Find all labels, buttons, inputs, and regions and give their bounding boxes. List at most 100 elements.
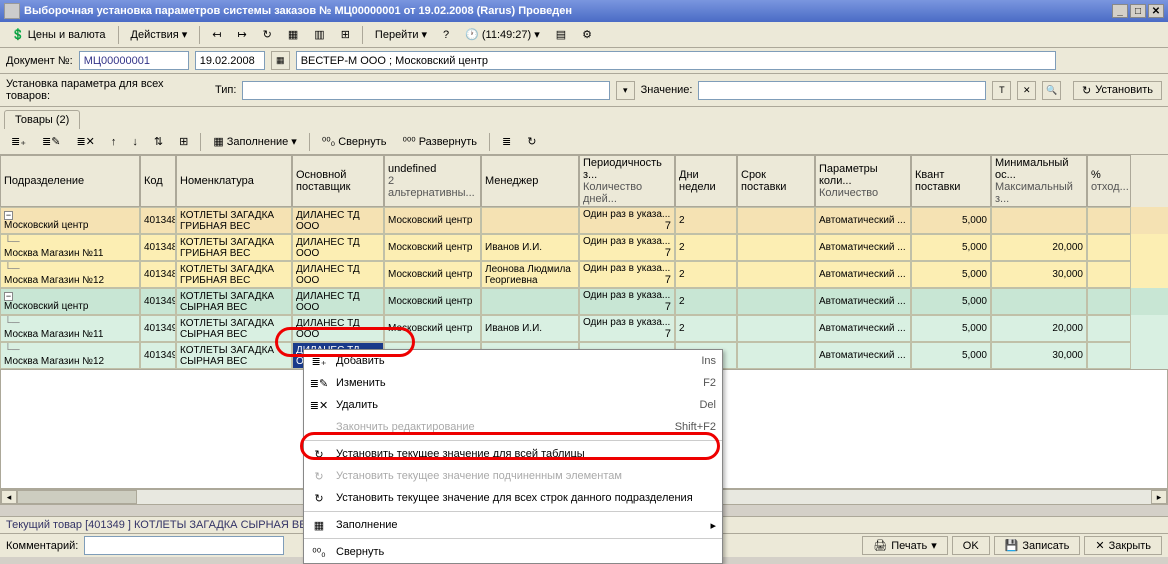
menu-item-add[interactable]: ≣₊ДобавитьIns: [304, 350, 722, 372]
table-cell[interactable]: Один раз в указа...7: [579, 261, 675, 288]
nav-prev-button[interactable]: ↤: [205, 25, 228, 44]
value-input[interactable]: [698, 81, 986, 100]
table-cell[interactable]: Иванов И.И.: [481, 315, 579, 342]
scroll-right-button[interactable]: ▸: [1151, 490, 1167, 504]
table-cell[interactable]: 2: [675, 207, 737, 234]
table-cell[interactable]: 20,000: [991, 234, 1087, 261]
table-cell[interactable]: Автоматический ...: [815, 315, 911, 342]
table-row[interactable]: −Московский центр401348КОТЛЕТЫ ЗАГАДКА Г…: [0, 207, 1168, 234]
grid-extra1-button[interactable]: ≣: [495, 132, 518, 151]
table-cell[interactable]: [737, 342, 815, 369]
table-cell[interactable]: 30,000: [991, 342, 1087, 369]
table-cell[interactable]: 5,000: [911, 342, 991, 369]
type-input[interactable]: [242, 81, 609, 100]
table-cell[interactable]: 2: [675, 315, 737, 342]
table-row[interactable]: └─Москва Магазин №11401348КОТЛЕТЫ ЗАГАДК…: [0, 234, 1168, 261]
table-cell[interactable]: 401348: [140, 207, 176, 234]
col-header-nomen[interactable]: Номенклатура: [176, 155, 292, 207]
organization-input[interactable]: [296, 51, 1056, 70]
table-cell[interactable]: 2: [675, 261, 737, 288]
menu-item-edit[interactable]: ≣✎ИзменитьF2: [304, 372, 722, 394]
table-row[interactable]: └─Москва Магазин №12401348КОТЛЕТЫ ЗАГАДК…: [0, 261, 1168, 288]
close-button[interactable]: ✕ Закрыть: [1084, 536, 1162, 555]
table-cell[interactable]: 5,000: [911, 234, 991, 261]
col-header-waste[interactable]: %отход...: [1087, 155, 1131, 207]
grid-tree-button[interactable]: ⊞: [172, 132, 195, 151]
table-cell[interactable]: [481, 288, 579, 315]
table-cell[interactable]: └─Москва Магазин №12: [0, 261, 140, 288]
table-cell[interactable]: 20,000: [991, 315, 1087, 342]
save-button[interactable]: 💾 Записать: [994, 536, 1081, 555]
scroll-left-button[interactable]: ◂: [1, 490, 17, 504]
table-cell[interactable]: [991, 288, 1087, 315]
col-header-dept[interactable]: Подразделение: [0, 155, 140, 207]
table-cell[interactable]: 401348: [140, 234, 176, 261]
table-cell[interactable]: [737, 315, 815, 342]
tab-goods[interactable]: Товары (2): [4, 110, 80, 129]
table-cell[interactable]: ДИЛАНЕС ТД ООО: [292, 261, 384, 288]
table-cell[interactable]: Один раз в указа...7: [579, 315, 675, 342]
value-search-button[interactable]: 🔍: [1042, 81, 1061, 100]
table-cell[interactable]: 5,000: [911, 261, 991, 288]
table-cell[interactable]: Московский центр: [384, 288, 481, 315]
print-button[interactable]: 🖨 Печать ▾: [862, 536, 948, 555]
table-cell[interactable]: 30,000: [991, 261, 1087, 288]
table-cell[interactable]: 5,000: [911, 315, 991, 342]
value-t-button[interactable]: T: [992, 81, 1011, 100]
table-cell[interactable]: [1087, 315, 1131, 342]
table-cell[interactable]: [481, 207, 579, 234]
table-cell[interactable]: Автоматический ...: [815, 288, 911, 315]
table-cell[interactable]: −Московский центр: [0, 288, 140, 315]
fill-dropdown[interactable]: ▦ Заполнение ▾: [206, 132, 303, 151]
time-display[interactable]: 🕐 (11:49:27) ▾: [458, 25, 547, 44]
table-cell[interactable]: [737, 207, 815, 234]
minimize-button[interactable]: _: [1112, 4, 1128, 18]
grid-moveup-button[interactable]: ↑: [104, 133, 124, 151]
table-cell[interactable]: Иванов И.И.: [481, 234, 579, 261]
col-header-days[interactable]: Дни недели: [675, 155, 737, 207]
table-cell[interactable]: 2: [675, 288, 737, 315]
col-header-code[interactable]: Код: [140, 155, 176, 207]
table-cell[interactable]: КОТЛЕТЫ ЗАГАДКА СЫРНАЯ ВЕС: [176, 288, 292, 315]
col-header-delivery[interactable]: Срок поставки: [737, 155, 815, 207]
table-cell[interactable]: КОТЛЕТЫ ЗАГАДКА СЫРНАЯ ВЕС: [176, 342, 292, 369]
col-header-manager[interactable]: Менеджер: [481, 155, 579, 207]
nav-next-button[interactable]: ↦: [230, 25, 253, 44]
prices-currency-button[interactable]: 💲 Цены и валюта: [4, 25, 113, 44]
table-cell[interactable]: 5,000: [911, 288, 991, 315]
table-cell[interactable]: [737, 261, 815, 288]
table-cell[interactable]: КОТЛЕТЫ ЗАГАДКА ГРИБНАЯ ВЕС: [176, 261, 292, 288]
table-cell[interactable]: 5,000: [911, 207, 991, 234]
col-header-quant[interactable]: Квант поставки: [911, 155, 991, 207]
table-cell[interactable]: 2: [675, 234, 737, 261]
col-header-period[interactable]: Периодичность з...Количество дней...: [579, 155, 675, 207]
grid-add-button[interactable]: ≣₊: [4, 132, 33, 151]
table-cell[interactable]: [1087, 261, 1131, 288]
table-cell[interactable]: КОТЛЕТЫ ЗАГАДКА СЫРНАЯ ВЕС: [176, 315, 292, 342]
col-header-supplier[interactable]: Основной поставщик: [292, 155, 384, 207]
table-cell[interactable]: └─Москва Магазин №12: [0, 342, 140, 369]
doc-number-input[interactable]: [79, 51, 189, 70]
refresh-button[interactable]: ↻: [256, 25, 279, 44]
table-cell[interactable]: ДИЛАНЕС ТД ООО: [292, 315, 384, 342]
set-button[interactable]: ↻ Установить: [1073, 81, 1162, 100]
table-cell[interactable]: [1087, 234, 1131, 261]
table-cell[interactable]: Московский центр: [384, 207, 481, 234]
structure-button[interactable]: ⊞: [334, 25, 357, 44]
table-cell[interactable]: [737, 234, 815, 261]
grid-delete-button[interactable]: ≣✕: [69, 132, 101, 151]
table-cell[interactable]: └─Москва Магазин №11: [0, 315, 140, 342]
menu-item-set-dept[interactable]: ↻Установить текущее значение для всех ст…: [304, 487, 722, 509]
table-cell[interactable]: КОТЛЕТЫ ЗАГАДКА ГРИБНАЯ ВЕС: [176, 207, 292, 234]
table-cell[interactable]: Один раз в указа...7: [579, 234, 675, 261]
table-cell[interactable]: КОТЛЕТЫ ЗАГАДКА ГРИБНАЯ ВЕС: [176, 234, 292, 261]
menu-item-set-all[interactable]: ↻Установить текущее значение для всей та…: [304, 443, 722, 465]
type-dropdown-button[interactable]: ▾: [616, 81, 635, 100]
collapse-button[interactable]: ⁰⁰₀ Свернуть: [315, 132, 394, 151]
table-cell[interactable]: 401348: [140, 261, 176, 288]
table-cell[interactable]: −Московский центр: [0, 207, 140, 234]
table-cell[interactable]: [991, 207, 1087, 234]
table-cell[interactable]: [1087, 342, 1131, 369]
table-cell[interactable]: Московский центр: [384, 234, 481, 261]
table-cell[interactable]: Один раз в указа...7: [579, 207, 675, 234]
